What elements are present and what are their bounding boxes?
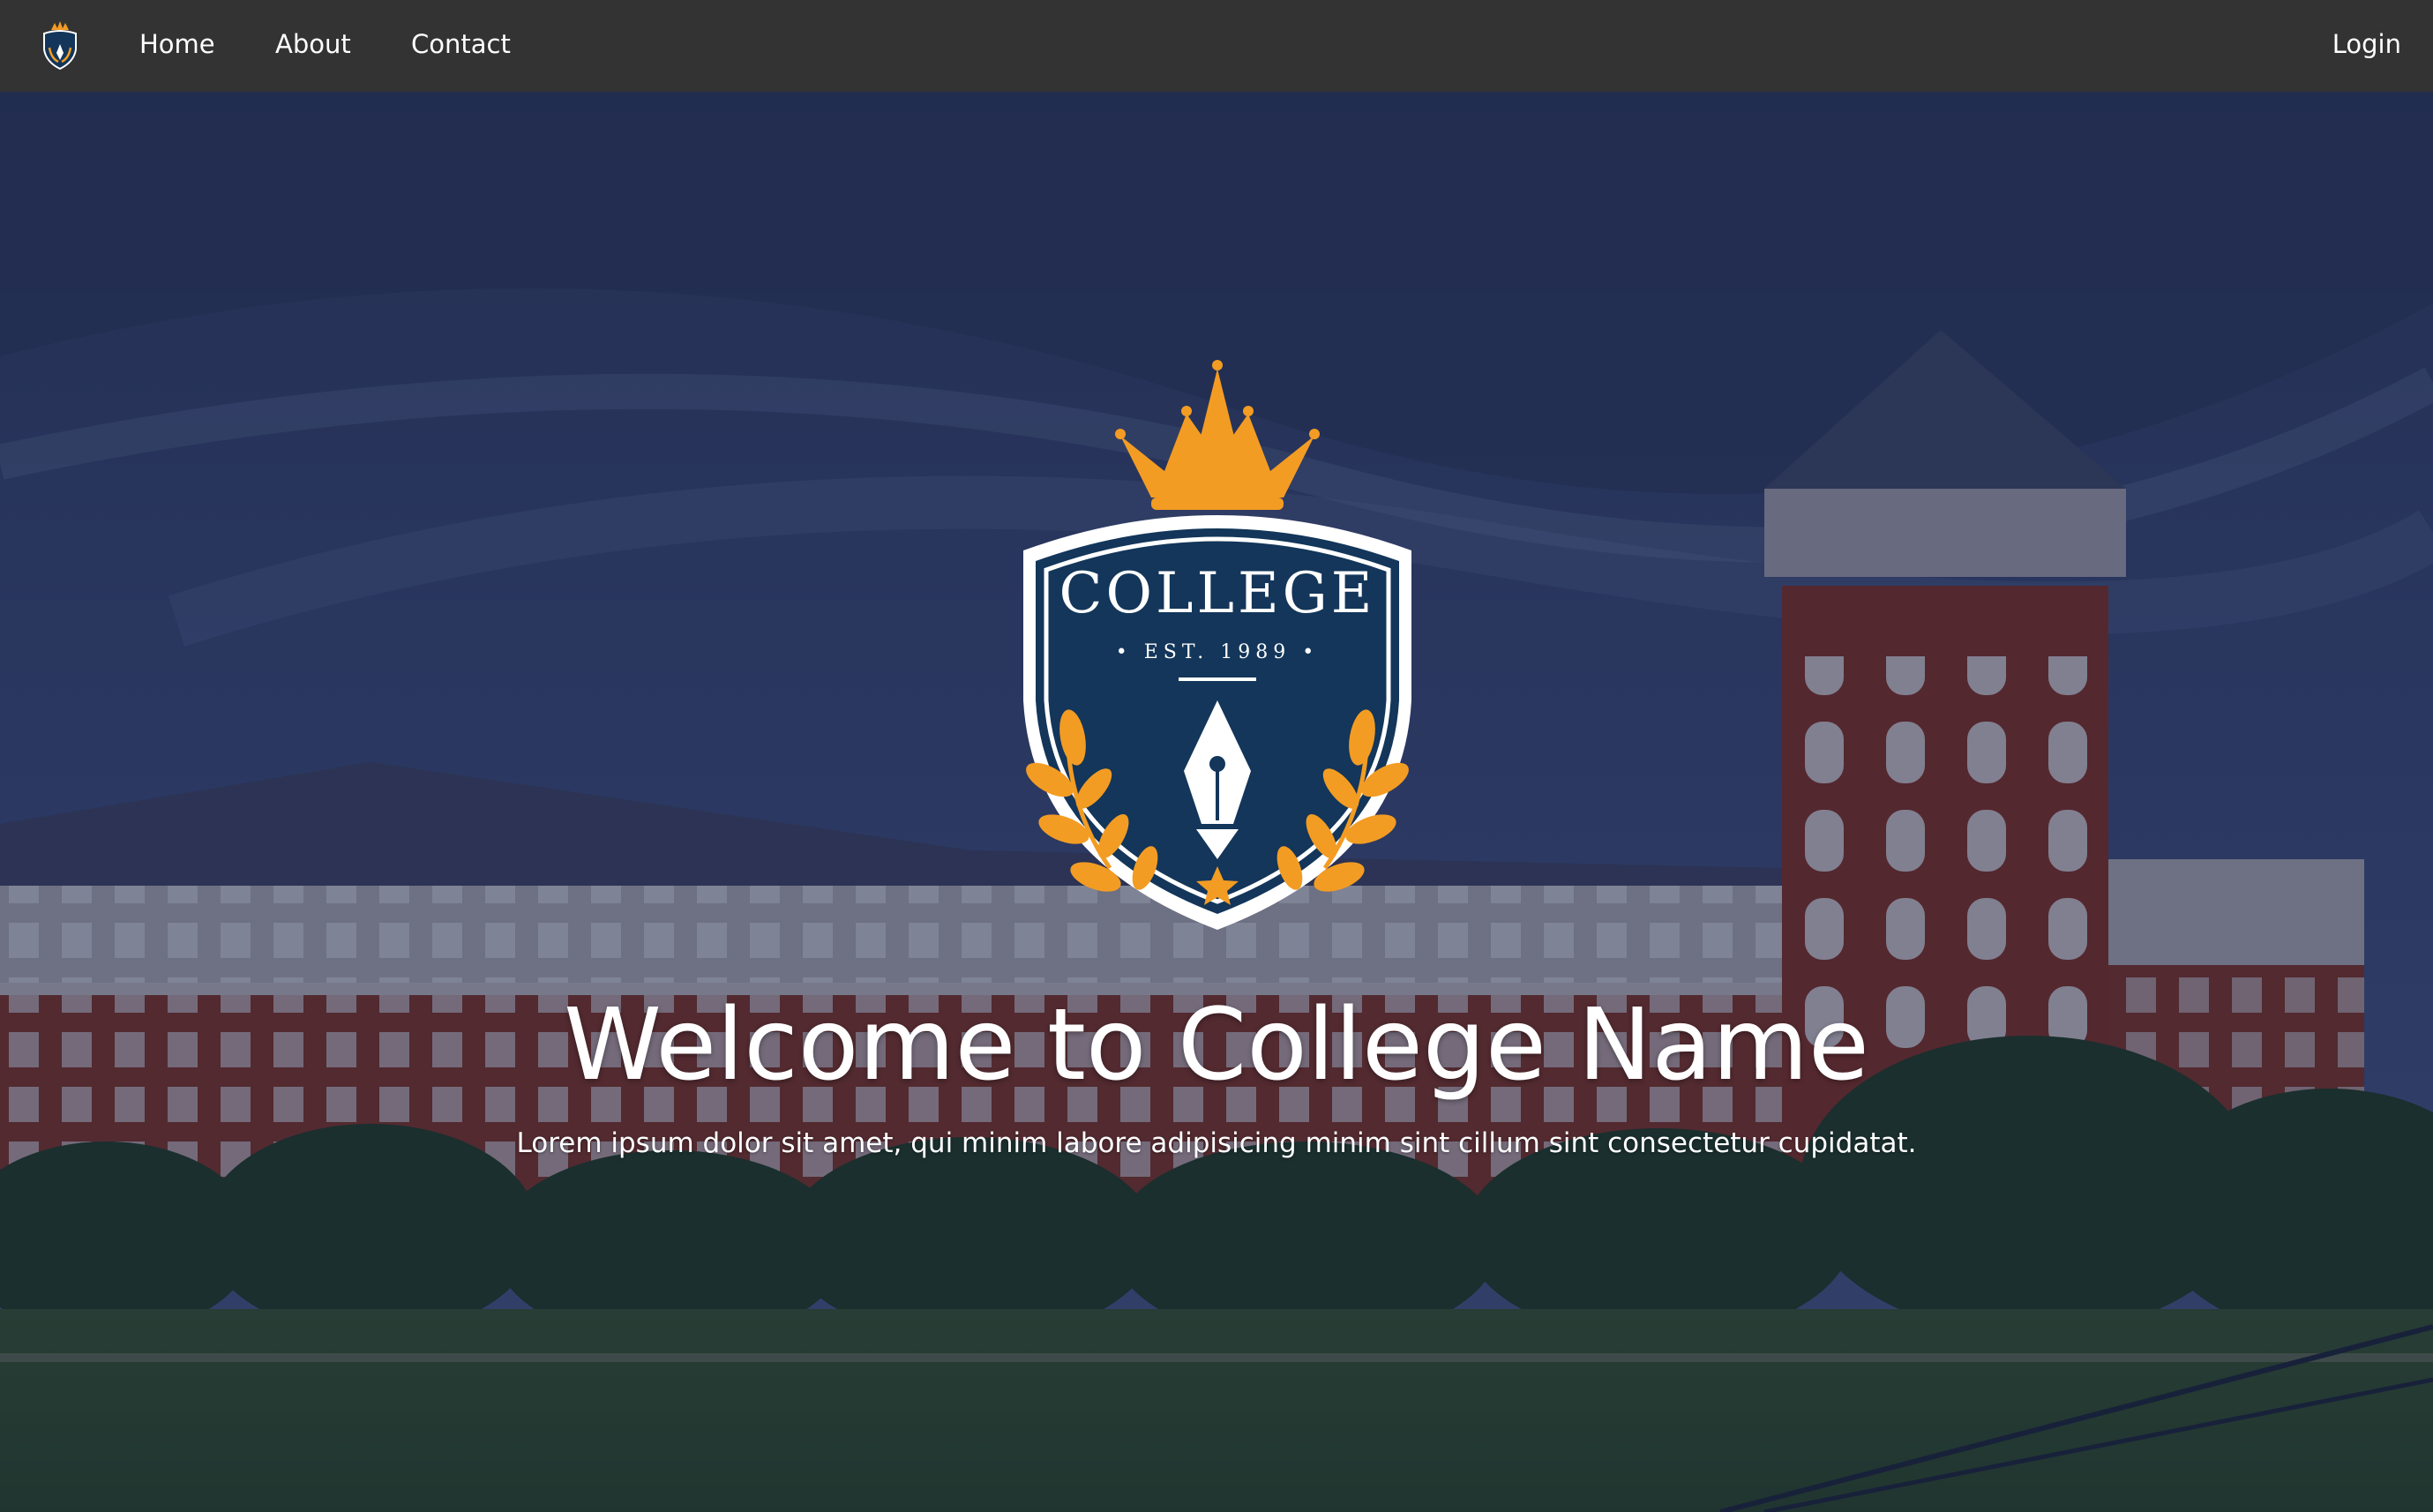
college-crest-emblem: COLLEGE • EST. 1989 • xyxy=(1023,360,1411,930)
crown-icon xyxy=(1115,360,1320,510)
crest-established: • EST. 1989 • xyxy=(1116,641,1320,663)
hero-section: COLLEGE • EST. 1989 • Welcome to College… xyxy=(0,92,2433,1512)
college-crest-logo-icon[interactable] xyxy=(39,18,81,71)
nav-link-home[interactable]: Home xyxy=(139,0,215,92)
login-link[interactable]: Login xyxy=(2332,0,2401,92)
crest-wordmark: COLLEGE xyxy=(1059,561,1376,626)
hero-subtitle: Lorem ipsum dolor sit amet, qui minim la… xyxy=(516,1127,1917,1159)
hero-title: Welcome to College Name xyxy=(564,988,1869,1103)
nav-link-about[interactable]: About xyxy=(275,0,351,92)
navbar: Home About Contact Login xyxy=(0,0,2433,92)
nav-link-contact[interactable]: Contact xyxy=(411,0,511,92)
